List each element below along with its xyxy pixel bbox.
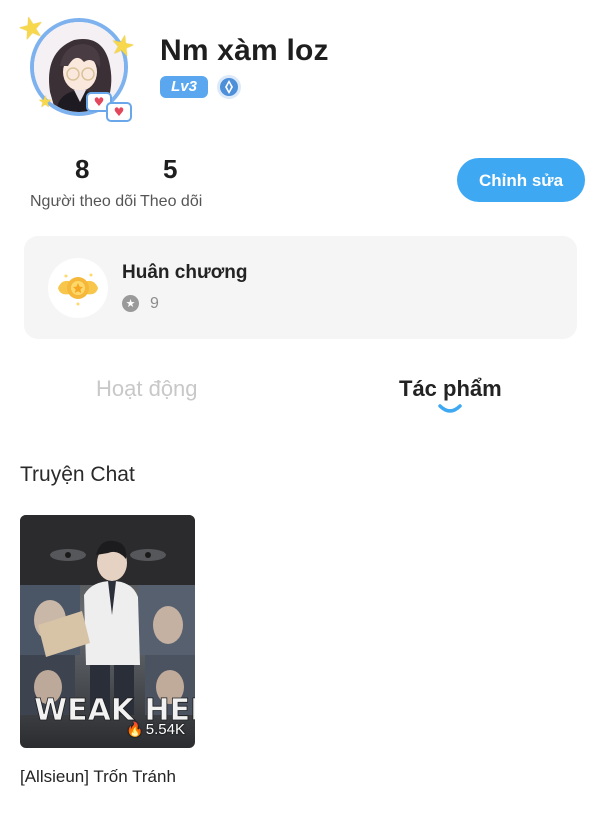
medal-count: 9 <box>150 295 159 312</box>
star-icon: ★ <box>38 92 53 111</box>
story-title[interactable]: [Allsieun] Trốn Tránh <box>20 764 190 790</box>
followers-count[interactable]: 8 <box>75 154 89 185</box>
story-views-count: 5.54K <box>145 721 185 738</box>
avatar[interactable]: ★ ★ ★ ♥ ♥ <box>14 8 146 122</box>
medal-card[interactable]: Huân chương ★ 9 <box>24 236 577 339</box>
username: Nm xàm loz <box>160 34 329 67</box>
edit-profile-button[interactable]: Chỉnh sửa <box>457 158 585 202</box>
section-title: Truyện Chat <box>20 463 135 486</box>
level-badge: Lv3 <box>160 76 208 98</box>
story-card[interactable]: WEAK HERO 🔥5.54K <box>20 515 195 748</box>
followers-label[interactable]: Người theo dõi <box>30 193 137 211</box>
story-cover-image: WEAK HERO <box>20 515 195 748</box>
following-label[interactable]: Theo dõi <box>140 193 202 211</box>
medal-star-icon: ★ <box>122 295 139 312</box>
medal-title: Huân chương <box>122 262 248 283</box>
following-count[interactable]: 5 <box>163 154 177 185</box>
active-tab-indicator <box>437 402 463 416</box>
story-views: 🔥 5.54K <box>126 721 185 738</box>
medal-icon <box>48 258 108 318</box>
verify-badge-icon <box>216 74 242 100</box>
tab-activity[interactable]: Hoạt động <box>96 376 198 402</box>
star-icon: ★ <box>14 8 49 49</box>
tab-works[interactable]: Tác phẩm <box>399 376 502 402</box>
star-icon: ★ <box>106 26 139 65</box>
heart-icon: ♥ <box>106 102 132 122</box>
fire-icon: 🔥 <box>126 722 144 738</box>
